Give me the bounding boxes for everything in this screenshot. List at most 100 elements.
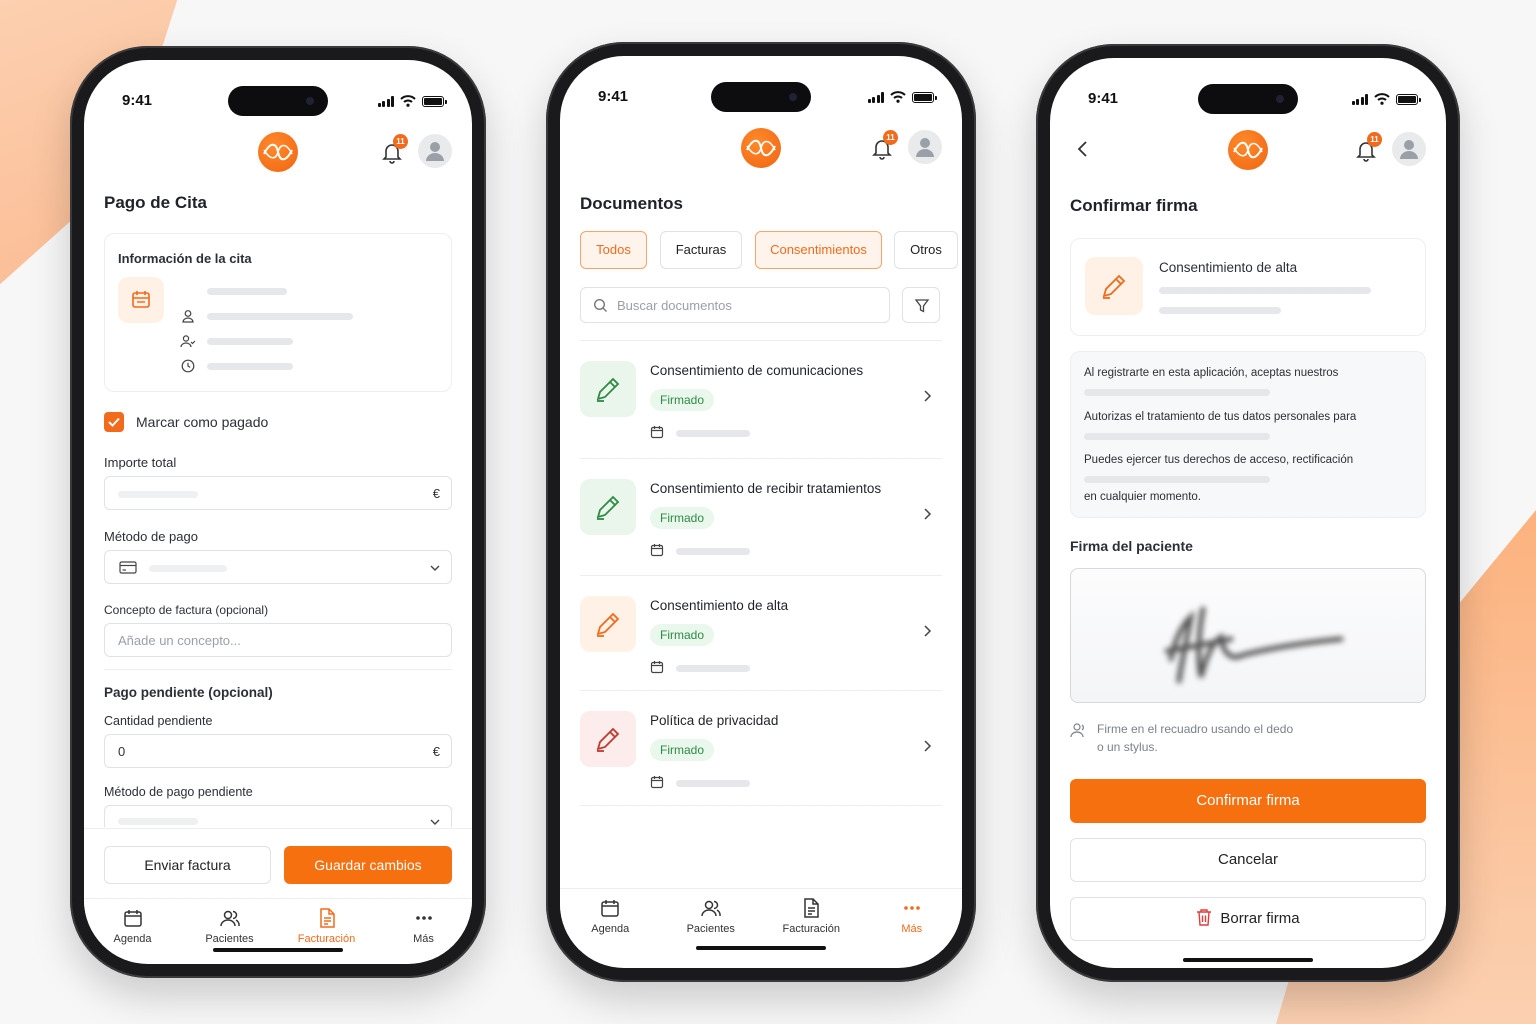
consent-line: en cualquier momento.	[1084, 491, 1201, 503]
placeholder-bar	[1084, 389, 1270, 396]
placeholder-bar	[1084, 433, 1270, 440]
back-arrow-icon[interactable]	[1072, 138, 1094, 160]
filter-button[interactable]	[902, 287, 940, 323]
home-indicator	[213, 948, 343, 952]
pencil-icon	[580, 711, 636, 767]
app-logo	[258, 132, 298, 172]
pending-amount-label: Cantidad pendiente	[104, 714, 213, 728]
status-badge: Firmado	[650, 507, 715, 529]
consent-text-box: Al registrarte en esta aplicación, acept…	[1070, 351, 1426, 518]
placeholder-bar	[149, 565, 227, 572]
consent-line: Al registrarte en esta aplicación, acept…	[1084, 367, 1339, 379]
divider	[580, 805, 942, 806]
bell-icon[interactable]: 11	[870, 130, 898, 160]
users-icon	[219, 910, 240, 927]
total-amount-input[interactable]: €	[104, 476, 452, 510]
list-item[interactable]: Consentimiento de alta Firmado	[580, 575, 942, 692]
status-badge: Firmado	[650, 624, 715, 646]
tab-label: Facturación	[782, 923, 840, 935]
save-changes-button[interactable]: Guardar cambios	[284, 846, 452, 884]
tab-facturacion[interactable]: Facturación	[761, 889, 862, 950]
bell-icon[interactable]: 11	[380, 134, 408, 164]
pending-method-select[interactable]	[104, 805, 452, 827]
clear-signature-label: Borrar firma	[1220, 910, 1300, 927]
list-item[interactable]: Política de privacidad Firmado	[580, 690, 942, 807]
placeholder-bar	[1084, 476, 1270, 483]
placeholder-bar	[676, 780, 750, 787]
tab-bar: Agenda Pacientes Facturación Más	[560, 888, 962, 950]
tab-mas[interactable]: Más	[862, 889, 963, 950]
tab-agenda[interactable]: Agenda	[560, 889, 661, 950]
clear-signature-button[interactable]: Borrar firma	[1070, 897, 1426, 941]
wifi-icon	[1374, 93, 1390, 105]
tab-pacientes[interactable]: Pacientes	[661, 889, 762, 950]
status-time: 9:41	[598, 88, 629, 105]
cancel-button[interactable]: Cancelar	[1070, 838, 1426, 882]
mark-paid-checkbox[interactable]	[104, 412, 124, 432]
phone-payment: 9:41 11 Pago de Cita Información de la c…	[70, 46, 486, 978]
document-card: Consentimiento de alta	[1070, 238, 1426, 336]
page-title: Pago de Cita	[104, 193, 207, 212]
placeholder-bar	[676, 665, 750, 672]
pending-method-label: Método de pago pendiente	[104, 785, 253, 799]
signature-label: Firma del paciente	[1070, 538, 1193, 554]
tab-label: Más	[413, 933, 434, 945]
tab-agenda[interactable]: Agenda	[84, 899, 181, 960]
pencil-icon	[580, 479, 636, 535]
notification-badge: 11	[883, 130, 898, 145]
payment-method-select[interactable]	[104, 550, 452, 584]
status-badge: Firmado	[650, 739, 715, 761]
filter-todos[interactable]: Todos	[580, 231, 647, 269]
tab-label: Más	[901, 923, 923, 935]
concept-input[interactable]: Añade un concepto...	[104, 623, 452, 657]
avatar[interactable]	[908, 130, 942, 164]
signature-hint: o un stylus.	[1097, 740, 1158, 754]
bell-icon[interactable]: 11	[1354, 132, 1382, 162]
tab-label: Agenda	[591, 923, 630, 935]
placeholder-bar	[207, 288, 287, 295]
currency-symbol: €	[432, 744, 440, 759]
screen: 9:41 11 Documentos Todos Facturas Consen…	[560, 56, 962, 968]
appointment-info-card: Información de la cita	[104, 233, 452, 392]
filter-otros[interactable]: Otros	[894, 231, 958, 269]
search-input[interactable]: Buscar documentos	[580, 287, 890, 323]
concept-placeholder: Añade un concepto...	[118, 633, 241, 648]
status-time: 9:41	[122, 92, 153, 109]
confirm-signature-button[interactable]: Confirmar firma	[1070, 779, 1426, 823]
tab-label: Pacientes	[686, 923, 735, 935]
pending-amount-input[interactable]: 0 €	[104, 734, 452, 768]
phone-signature: 9:41 11 Confirmar firma Consentimiento d…	[1036, 44, 1460, 982]
list-item[interactable]: Consentimiento de recibir tratamientos F…	[580, 458, 942, 575]
screen: 9:41 11 Pago de Cita Información de la c…	[84, 60, 472, 964]
trash-icon	[1197, 909, 1212, 926]
app-logo	[1228, 130, 1268, 170]
calendar-icon	[650, 544, 664, 557]
currency-symbol: €	[432, 486, 440, 501]
placeholder-bar	[118, 491, 198, 498]
user-icon	[182, 310, 194, 323]
signal-icon	[1351, 93, 1368, 105]
filter-icon	[914, 299, 930, 313]
send-invoice-button[interactable]: Enviar factura	[104, 846, 271, 884]
search-placeholder: Buscar documentos	[617, 298, 732, 313]
signature-stroke	[1164, 606, 1344, 684]
signal-icon	[867, 91, 884, 103]
calendar-icon	[650, 776, 664, 789]
signal-icon	[377, 95, 394, 107]
list-item[interactable]: Consentimiento de comunicaciones Firmado	[580, 340, 942, 457]
chevron-right-icon	[924, 390, 932, 402]
footer-actions: Enviar factura Guardar cambios	[84, 828, 472, 896]
signature-pad[interactable]	[1070, 568, 1426, 703]
filter-facturas[interactable]: Facturas	[660, 231, 742, 269]
avatar[interactable]	[418, 134, 452, 168]
placeholder-bar	[676, 548, 750, 555]
placeholder-bar	[676, 430, 750, 437]
filter-consentimientos[interactable]: Consentimientos	[755, 231, 882, 269]
tab-label: Facturación	[297, 933, 356, 945]
avatar[interactable]	[1392, 132, 1426, 166]
tab-mas[interactable]: Más	[375, 899, 472, 960]
notification-badge: 11	[393, 134, 408, 149]
status-bar: 9:41	[1088, 90, 1421, 110]
document-icon	[319, 908, 335, 928]
document-title: Consentimiento de alta	[650, 598, 789, 613]
